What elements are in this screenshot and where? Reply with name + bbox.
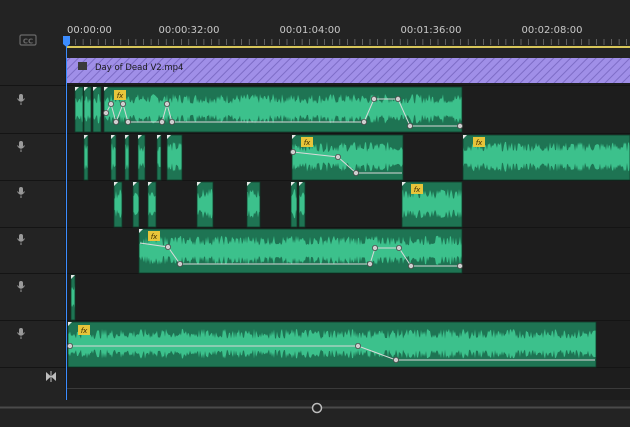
keyframe[interactable] — [456, 262, 463, 269]
clip-thumbnail-icon — [78, 62, 87, 70]
fx-badge[interactable]: fx — [301, 137, 313, 147]
audio-clip[interactable] — [156, 134, 162, 181]
track-header-column — [0, 0, 66, 427]
audio-clip[interactable] — [124, 134, 130, 181]
timecode-0: 00:00:00 — [67, 25, 112, 36]
zoom-scrollbar-handle[interactable] — [311, 402, 323, 414]
audio-clip[interactable] — [113, 181, 123, 228]
timecode-4: 00:02:08:00 — [521, 25, 582, 36]
timeline-panel: 00:00:00 00:00:32:00 00:01:04:00 00:01:3… — [0, 0, 630, 427]
audio-clip[interactable] — [196, 181, 214, 228]
svg-text:fx: fx — [117, 92, 124, 100]
keyframe[interactable] — [108, 101, 115, 108]
fx-badge[interactable]: fx — [148, 231, 160, 241]
keyframe[interactable] — [176, 260, 183, 267]
keyframe[interactable] — [371, 244, 378, 251]
timecode-1: 00:00:32:00 — [158, 25, 219, 36]
audio-clip[interactable] — [462, 134, 630, 181]
cc-label: CC — [23, 38, 33, 46]
keyframe[interactable] — [163, 101, 170, 108]
svg-text:fx: fx — [414, 186, 421, 194]
keyframe[interactable] — [370, 96, 377, 103]
fx-badge[interactable]: fx — [411, 184, 423, 194]
svg-text:fx: fx — [81, 327, 88, 335]
keyframe[interactable] — [360, 119, 367, 126]
keyframe[interactable] — [334, 153, 341, 160]
keyframe[interactable] — [120, 101, 127, 108]
timecode-3: 00:01:36:00 — [400, 25, 461, 36]
keyframe[interactable] — [354, 342, 361, 349]
audio-clip[interactable] — [83, 134, 89, 181]
timecode-2: 00:01:04:00 — [279, 25, 340, 36]
keyframe[interactable] — [407, 262, 414, 269]
empty-track-area — [66, 368, 630, 388]
audio-clip[interactable] — [166, 134, 183, 181]
keyframe[interactable] — [168, 119, 175, 126]
keyframe[interactable] — [366, 260, 373, 267]
keyframe[interactable] — [113, 119, 120, 126]
fx-badge[interactable]: fx — [473, 137, 485, 147]
keyframe[interactable] — [158, 119, 165, 126]
audio-clip[interactable] — [132, 181, 140, 228]
keyframe[interactable] — [289, 148, 296, 155]
audio-clip[interactable] — [110, 134, 117, 181]
audio-clip[interactable] — [290, 181, 298, 228]
keyframe[interactable] — [395, 244, 402, 251]
fx-badge[interactable]: fx — [114, 90, 126, 100]
video-clip[interactable]: Day of Dead V2.mp4 — [67, 58, 630, 83]
keyframe[interactable] — [67, 342, 74, 349]
audio-clip[interactable] — [137, 134, 146, 181]
audio-clip[interactable] — [147, 181, 157, 228]
keyframe[interactable] — [406, 123, 413, 130]
svg-text:fx: fx — [304, 139, 311, 147]
audio-clip[interactable] — [298, 181, 306, 228]
work-area-bar[interactable] — [66, 46, 630, 48]
video-clip-name: Day of Dead V2.mp4 — [95, 63, 183, 73]
audio-clip[interactable] — [92, 86, 102, 133]
svg-text:fx: fx — [476, 139, 483, 147]
keyframe[interactable] — [456, 123, 463, 130]
keyframe[interactable] — [103, 110, 110, 117]
audio-clip[interactable] — [70, 274, 76, 321]
audio-clip[interactable] — [74, 86, 84, 133]
svg-text:fx: fx — [151, 233, 158, 241]
fx-badge[interactable]: fx — [78, 325, 90, 335]
audio-clip[interactable] — [83, 86, 92, 133]
keyframe[interactable] — [164, 243, 171, 250]
keyframe[interactable] — [392, 356, 399, 363]
keyframe[interactable] — [394, 96, 401, 103]
audio-clip[interactable] — [246, 181, 261, 228]
keyframe[interactable] — [352, 169, 359, 176]
keyframe[interactable] — [125, 119, 132, 126]
